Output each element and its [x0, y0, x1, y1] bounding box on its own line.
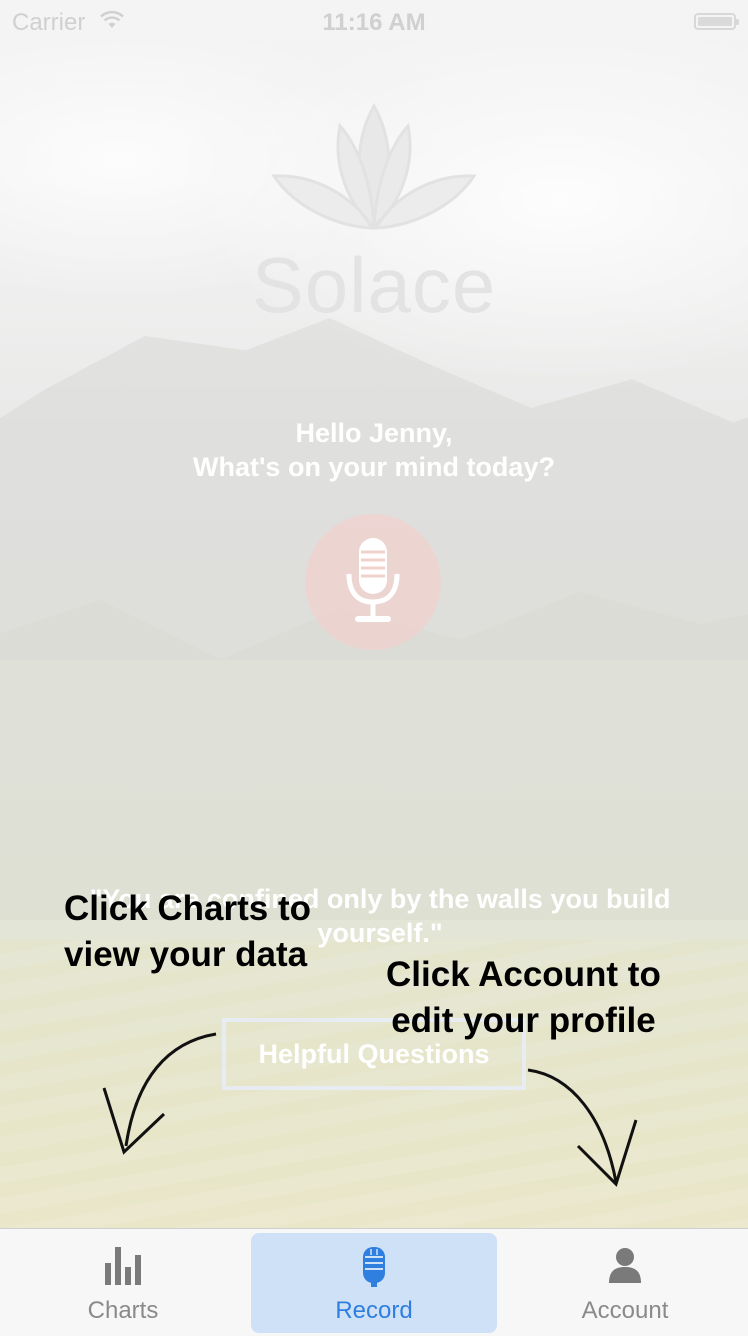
app-logo-text: Solace — [251, 241, 497, 329]
battery-icon — [694, 13, 739, 30]
greeting: Hello Jenny, What's on your mind today? — [0, 416, 748, 484]
status-bar: Carrier 11:16 AM — [0, 0, 748, 44]
arrow-to-account-icon — [527, 1068, 638, 1187]
account-hint-overlay: Click Account to edit your profile — [386, 952, 661, 1044]
account-hint-line-2: edit your profile — [391, 1001, 656, 1040]
bar-chart-icon — [105, 1247, 141, 1285]
microphone-icon — [363, 1247, 385, 1287]
charts-hint-overlay: Click Charts to view your data — [64, 886, 311, 978]
clock: 11:16 AM — [322, 9, 426, 36]
tab-record[interactable]: Record — [251, 1233, 497, 1333]
lotus-logo-icon — [271, 102, 477, 230]
greeting-line-2: What's on your mind today? — [193, 452, 555, 482]
greeting-line-1: Hello Jenny, — [295, 418, 453, 448]
microphone-icon — [346, 538, 400, 622]
tab-record-label: Record — [335, 1297, 413, 1324]
person-icon — [609, 1248, 641, 1283]
tab-account[interactable]: Account — [502, 1233, 748, 1333]
arrow-to-charts-icon — [102, 1032, 217, 1155]
charts-hint-line-2: view your data — [64, 935, 308, 974]
charts-hint-line-1: Click Charts to — [64, 889, 311, 928]
account-hint-line-1: Click Account to — [386, 955, 661, 994]
tab-bar: Charts Record Account — [0, 1228, 748, 1336]
record-mic-button[interactable] — [305, 514, 441, 650]
tab-charts[interactable]: Charts — [0, 1233, 246, 1333]
tab-charts-label: Charts — [87, 1297, 159, 1324]
tab-account-label: Account — [581, 1297, 669, 1324]
